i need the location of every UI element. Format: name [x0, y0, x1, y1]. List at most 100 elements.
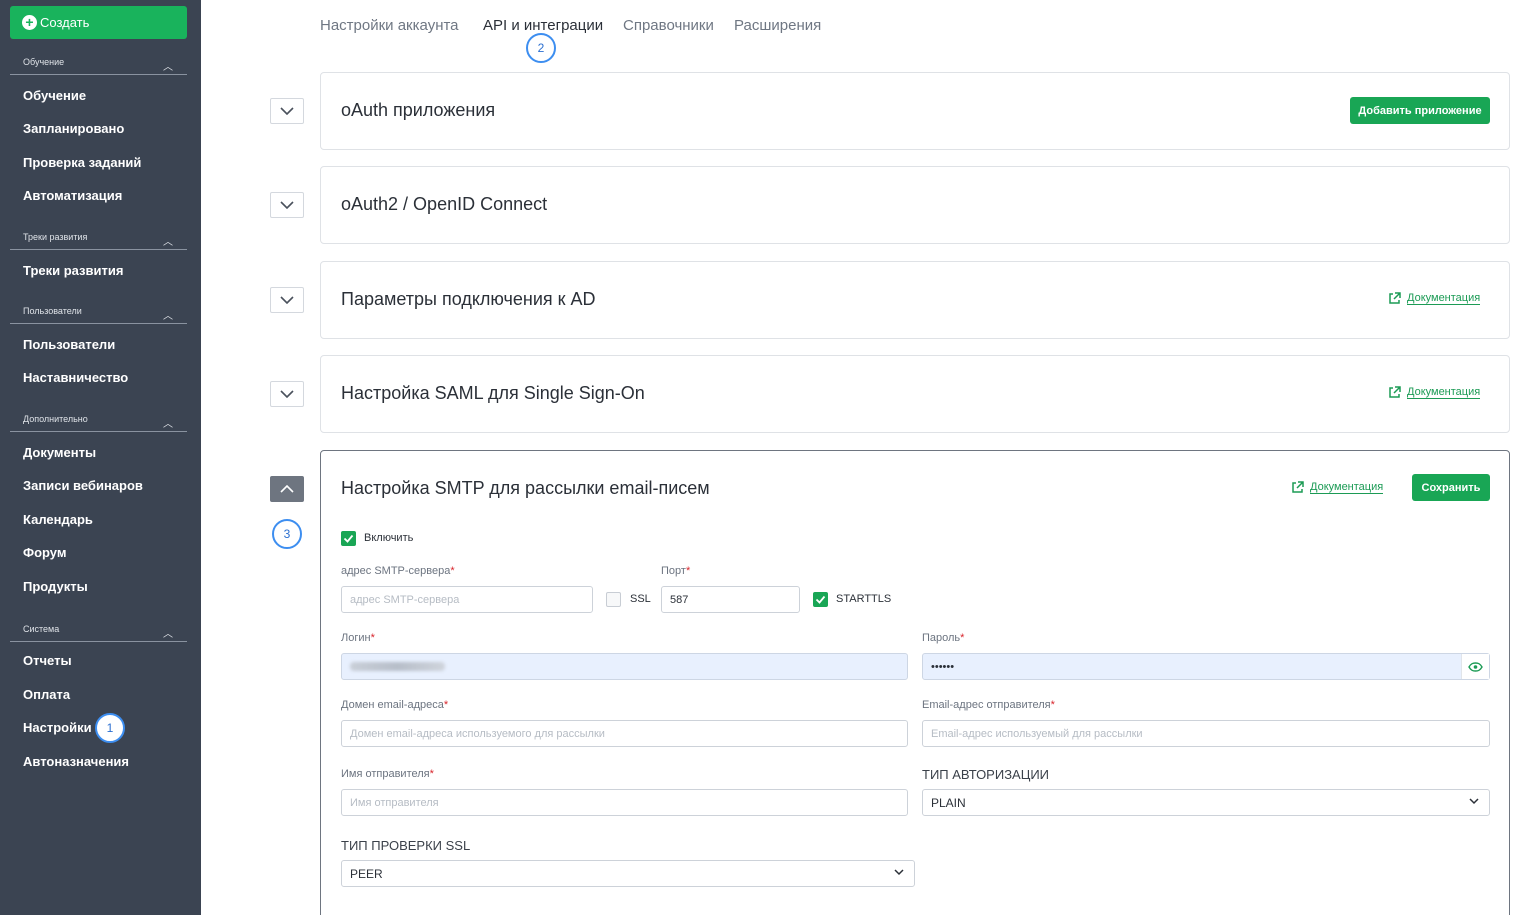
password-input[interactable]: •••••• [922, 653, 1490, 680]
expand-oauth-toggle[interactable] [270, 98, 304, 124]
placeholder: адрес SMTP-сервера [350, 593, 460, 606]
check-icon [815, 595, 826, 604]
chevron-down-icon [280, 390, 294, 398]
tab-api-integrations[interactable]: API и интеграции [483, 17, 603, 34]
sender-email-label: Email-адрес отправителя* [922, 699, 1055, 711]
sidebar-item-auto-assign[interactable]: Автоназначения [23, 754, 129, 769]
tab-account-settings[interactable]: Настройки аккаунта [320, 17, 459, 34]
expand-saml-toggle[interactable] [270, 381, 304, 407]
label-text: Логин [341, 632, 371, 644]
port-input[interactable]: 587 [661, 586, 800, 613]
chevron-up-icon: ︿ [163, 419, 173, 430]
ssl-label: SSL [630, 593, 651, 605]
sidebar-item-tracks[interactable]: Треки развития [23, 263, 123, 278]
chevron-down-icon [280, 296, 294, 304]
external-link-icon [1389, 292, 1401, 304]
panel-ad: Параметры подключения к AD Документация [320, 261, 1510, 339]
auth-type-select[interactable]: PLAIN [922, 789, 1490, 816]
tab-directories[interactable]: Справочники [623, 17, 714, 34]
sender-email-input[interactable]: Email-адрес используемый для рассылки [922, 720, 1490, 747]
doc-link-label: Документация [1407, 386, 1481, 399]
sender-name-input[interactable]: Имя отправителя [341, 789, 908, 816]
sidebar-item-learning[interactable]: Обучение [23, 88, 86, 103]
collapse-smtp-toggle[interactable] [270, 476, 304, 502]
sidebar-item-forum[interactable]: Форум [23, 545, 66, 560]
smtp-server-label: адрес SMTP-сервера* [341, 565, 455, 577]
sidebar-item-payment[interactable]: Оплата [23, 687, 70, 702]
domain-input[interactable]: Домен email-адреса используемого для рас… [341, 720, 908, 747]
panel-smtp: Настройка SMTP для рассылки email-писем … [320, 450, 1510, 915]
placeholder: Домен email-адреса используемого для рас… [350, 727, 605, 740]
login-input[interactable] [341, 653, 908, 680]
required-mark: * [685, 565, 691, 577]
enable-checkbox[interactable] [341, 531, 356, 546]
label-text: Имя отправителя [341, 768, 430, 780]
sidebar-item-webinars[interactable]: Записи вебинаров [23, 478, 143, 493]
chevron-down-icon [1469, 798, 1479, 805]
ssl-checkbox[interactable] [606, 592, 621, 607]
chevron-up-icon: ︿ [163, 311, 173, 322]
section-title: Дополнительно [23, 414, 88, 424]
label-text: Порт [661, 565, 686, 577]
section-header-learning[interactable]: Обучение ︿ [10, 57, 187, 75]
section-header-users[interactable]: Пользователи ︿ [10, 306, 187, 324]
smtp-server-input[interactable]: адрес SMTP-сервера [341, 586, 593, 613]
section-title: Система [23, 624, 60, 634]
sidebar-item-task-review[interactable]: Проверка заданий [23, 155, 141, 170]
create-button-label: Создать [40, 15, 90, 30]
required-mark: * [429, 768, 434, 780]
sidebar-item-calendar[interactable]: Календарь [23, 512, 93, 527]
label-text: Email-адрес отправителя [922, 699, 1051, 711]
domain-label: Домен email-адреса* [341, 699, 448, 711]
sidebar-item-scheduled[interactable]: Запланировано [23, 121, 124, 136]
ad-doc-link[interactable]: Документация [1388, 292, 1481, 305]
sidebar-item-mentoring[interactable]: Наставничество [23, 370, 128, 385]
required-mark: * [450, 565, 455, 577]
sidebar-item-users[interactable]: Пользователи [23, 337, 115, 352]
sidebar-item-settings[interactable]: Настройки [23, 720, 92, 735]
required-mark: * [370, 632, 375, 644]
panel-title: Параметры подключения к AD [341, 289, 596, 309]
section-header-tracks[interactable]: Треки развития ︿ [10, 232, 187, 250]
sidebar-item-reports[interactable]: Отчеты [23, 653, 72, 668]
chevron-up-icon [280, 485, 294, 493]
sidebar: + Создать Обучение ︿ Обучение Запланиров… [0, 0, 201, 915]
saml-doc-link[interactable]: Документация [1388, 386, 1481, 399]
selected-value: PLAIN [931, 795, 966, 810]
chevron-down-icon [894, 869, 904, 876]
starttls-checkbox[interactable] [813, 592, 828, 607]
expand-ad-toggle[interactable] [270, 287, 304, 313]
selected-value: PEER [350, 866, 383, 881]
smtp-doc-link[interactable]: Документация [1291, 481, 1384, 494]
section-title: Обучение [23, 57, 65, 67]
create-button[interactable]: + Создать [10, 6, 187, 39]
panel-saml: Настройка SAML для Single Sign-On Докуме… [320, 355, 1510, 433]
external-link-icon [1292, 481, 1304, 493]
sidebar-item-products[interactable]: Продукты [23, 579, 88, 594]
add-app-button[interactable]: Добавить приложение [1350, 97, 1490, 124]
chevron-up-icon: ︿ [163, 237, 173, 248]
section-header-system[interactable]: Система ︿ [10, 624, 187, 642]
step-badge-2: 2 [526, 33, 556, 63]
save-button[interactable]: Сохранить [1412, 474, 1490, 501]
enable-label: Включить [364, 532, 414, 544]
sidebar-item-documents[interactable]: Документы [23, 445, 96, 460]
port-label: Порт* [661, 565, 690, 577]
login-label: Логин* [341, 632, 375, 644]
auth-type-label: ТИП АВТОРИЗАЦИИ [922, 767, 1050, 782]
ssl-check-select[interactable]: PEER [341, 860, 915, 887]
tab-extensions[interactable]: Расширения [734, 17, 821, 34]
show-password-button[interactable] [1461, 654, 1489, 679]
sender-name-label: Имя отправителя* [341, 768, 434, 780]
chevron-down-icon [280, 107, 294, 115]
expand-oauth2-toggle[interactable] [270, 192, 304, 218]
sidebar-item-automation[interactable]: Автоматизация [23, 188, 122, 203]
section-header-extra[interactable]: Дополнительно ︿ [10, 414, 187, 432]
placeholder: Email-адрес используемый для рассылки [931, 727, 1143, 740]
required-mark: * [1050, 699, 1055, 711]
starttls-label: STARTTLS [836, 593, 892, 605]
placeholder: Имя отправителя [350, 796, 439, 809]
required-mark: * [443, 699, 449, 711]
chevron-up-icon: ︿ [163, 62, 173, 73]
blurred-login-value [350, 662, 445, 671]
